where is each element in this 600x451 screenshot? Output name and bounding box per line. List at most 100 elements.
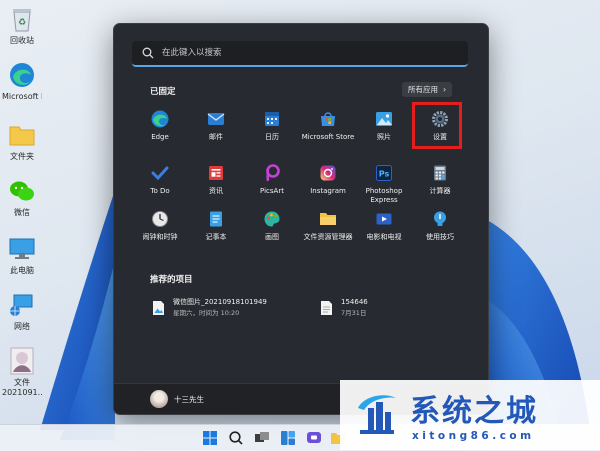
desktop-icon-wechat[interactable]: 微信 bbox=[2, 176, 42, 218]
recommended-item-time: 7月31日 bbox=[341, 309, 367, 317]
watermark: 系统之城 xitong86.com bbox=[340, 380, 600, 450]
photoshop-icon: Ps bbox=[376, 165, 392, 181]
image-file-icon bbox=[7, 346, 37, 376]
pinned-app-tips[interactable]: 使用技巧 bbox=[410, 210, 470, 256]
pinned-app-name: 使用技巧 bbox=[426, 233, 454, 241]
recommended-item-time: 星期六，时间为 10:20 bbox=[173, 309, 240, 317]
desktop-icon-folder[interactable]: 文件夹 bbox=[2, 120, 42, 162]
desktop-icon-edge[interactable]: Microsoft Edge bbox=[2, 60, 42, 102]
mail-icon bbox=[207, 113, 225, 125]
desktop-icon-label: 回收站 bbox=[10, 36, 34, 45]
pinned-app-name: Instagram bbox=[310, 187, 346, 195]
pinned-app-name: 照片 bbox=[377, 133, 391, 141]
pinned-app-name: 闹钟和时钟 bbox=[142, 233, 178, 241]
pinned-app-name: 文件资源管理器 bbox=[303, 233, 353, 241]
todo-icon bbox=[151, 166, 169, 181]
pinned-heading: 已固定 bbox=[150, 87, 176, 97]
pinned-app-name: 资讯 bbox=[209, 187, 223, 195]
pinned-app-news[interactable]: 资讯 bbox=[186, 164, 246, 210]
image-file-icon bbox=[153, 301, 164, 315]
pinned-app-instagram[interactable]: Instagram bbox=[298, 164, 358, 210]
pinned-app-microsoft-store[interactable]: Microsoft Store bbox=[298, 110, 358, 156]
picsart-icon bbox=[266, 164, 280, 181]
pinned-app-notepad[interactable]: 记事本 bbox=[186, 210, 246, 256]
desktop-icon-label: 文件 bbox=[14, 378, 30, 387]
pinned-app-name: 邮件 bbox=[209, 133, 223, 141]
calendar-icon bbox=[265, 112, 279, 126]
start-menu: 已固定 所有应用 › Edge 邮件 日历 Microsoft Store 照片… bbox=[113, 23, 489, 415]
recommended-item-title: 微信图片_20210918101949 bbox=[173, 298, 267, 306]
pinned-app-photos[interactable]: 照片 bbox=[354, 110, 414, 156]
pinned-app-name: Microsoft Store bbox=[301, 133, 355, 141]
wechat-icon bbox=[7, 176, 37, 206]
pinned-app-name: 记事本 bbox=[205, 233, 227, 241]
search-box[interactable] bbox=[132, 41, 468, 67]
pinned-app-file-explorer[interactable]: 文件资源管理器 bbox=[298, 210, 358, 256]
pinned-app-todo[interactable]: To Do bbox=[130, 164, 190, 210]
document-icon bbox=[321, 301, 332, 315]
desktop-icon-label: Microsoft Edge bbox=[2, 92, 42, 101]
edge-icon bbox=[7, 60, 37, 90]
pinned-app-paint[interactable]: 画图 bbox=[242, 210, 302, 256]
pinned-app-calendar[interactable]: 日历 bbox=[242, 110, 302, 156]
watermark-url: xitong86.com bbox=[412, 430, 535, 442]
desktop-icon-computer[interactable]: 此电脑 bbox=[2, 234, 42, 276]
calculator-icon bbox=[434, 165, 446, 181]
pinned-app-name: 电影和电视 bbox=[366, 233, 402, 241]
desktop-icon-label: 微信 bbox=[14, 208, 30, 217]
task-view-icon[interactable] bbox=[254, 430, 270, 446]
pinned-app-clock[interactable]: 闹钟和时钟 bbox=[130, 210, 190, 256]
pinned-app-name: Edge bbox=[151, 133, 169, 141]
photos-icon bbox=[376, 112, 392, 126]
desktop-icon-image-file[interactable]: 文件 2021091... bbox=[2, 346, 42, 398]
watermark-logo-icon bbox=[358, 395, 396, 434]
movies-icon bbox=[376, 213, 392, 225]
desktop-icon-network[interactable]: 网络 bbox=[2, 290, 42, 332]
pinned-app-mail[interactable]: 邮件 bbox=[186, 110, 246, 156]
file-explorer-icon bbox=[320, 213, 336, 225]
pinned-app-calculator[interactable]: 计算器 bbox=[410, 164, 470, 210]
search-icon[interactable] bbox=[228, 430, 244, 446]
pinned-app-edge[interactable]: Edge bbox=[130, 110, 190, 156]
windows-start-icon[interactable] bbox=[202, 430, 218, 446]
desktop-icon-label: 文件夹 bbox=[10, 152, 34, 161]
settings-highlight-box bbox=[412, 102, 462, 149]
chevron-right-icon: › bbox=[443, 85, 447, 94]
recommended-item[interactable]: 微信图片_20210918101949 星期六，时间为 10:20 bbox=[152, 298, 267, 324]
folder-icon bbox=[7, 120, 37, 150]
notepad-icon bbox=[210, 211, 222, 227]
pinned-app-movies-tv[interactable]: 电影和电视 bbox=[354, 210, 414, 256]
pinned-app-picsart[interactable]: PicsArt bbox=[242, 164, 302, 210]
desktop-icon-label: 此电脑 bbox=[10, 266, 34, 275]
avatar[interactable] bbox=[150, 390, 168, 408]
pinned-app-photoshop-express[interactable]: Ps Photoshop Express bbox=[354, 164, 414, 210]
svg-text:♻: ♻ bbox=[18, 18, 26, 28]
pinned-app-name: Photoshop Express bbox=[365, 187, 403, 204]
store-icon bbox=[321, 112, 335, 126]
watermark-title: 系统之城 bbox=[410, 394, 538, 429]
desktop-icon-recycle-bin[interactable]: ♻ 回收站 bbox=[2, 4, 42, 46]
search-input[interactable] bbox=[160, 47, 464, 59]
network-icon bbox=[7, 290, 37, 320]
pinned-app-name: 计算器 bbox=[429, 187, 451, 195]
tips-icon bbox=[434, 211, 446, 226]
all-apps-label: 所有应用 bbox=[408, 85, 438, 94]
all-apps-button[interactable]: 所有应用 › bbox=[402, 82, 453, 97]
recommended-item[interactable]: 154646 7月31日 bbox=[320, 298, 368, 324]
recycle-bin-icon: ♻ bbox=[7, 4, 37, 34]
pinned-app-name: PicsArt bbox=[260, 187, 284, 195]
search-icon bbox=[142, 47, 154, 59]
pinned-app-name: To Do bbox=[150, 187, 170, 195]
instagram-icon bbox=[320, 165, 336, 181]
computer-icon bbox=[7, 234, 37, 264]
desktop-icon-sublabel: 2021091... bbox=[2, 388, 42, 397]
recommended-item-title: 154646 bbox=[341, 298, 368, 306]
user-name[interactable]: 十三先生 bbox=[174, 394, 204, 405]
desktop-icon-label: 网络 bbox=[14, 322, 30, 331]
chat-icon[interactable] bbox=[306, 430, 322, 446]
news-icon bbox=[209, 166, 223, 180]
recommended-heading: 推荐的项目 bbox=[150, 275, 193, 285]
edge-icon bbox=[151, 110, 169, 128]
widgets-icon[interactable] bbox=[280, 430, 296, 446]
clock-icon bbox=[152, 211, 168, 227]
